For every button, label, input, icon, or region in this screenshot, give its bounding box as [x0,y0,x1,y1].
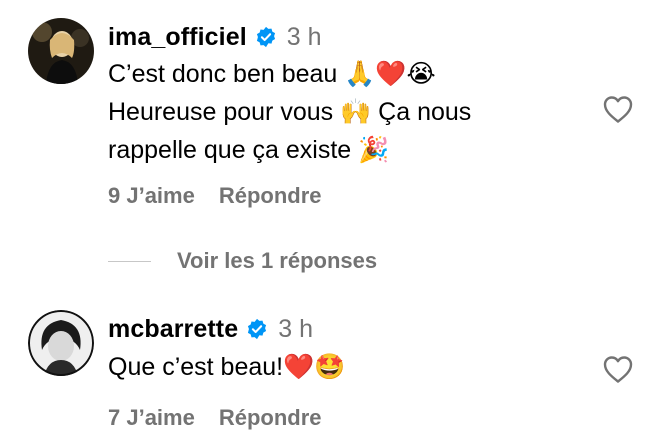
heart-outline-icon[interactable] [602,354,634,384]
username[interactable]: ima_officiel [108,23,247,52]
username[interactable]: mcbarrette [108,315,238,344]
divider-line [108,260,151,262]
timestamp[interactable]: 3 h [278,315,313,344]
view-replies-button[interactable]: Voir les 1 réponses [177,248,377,274]
reply-button[interactable]: Répondre [219,183,322,209]
emoji: 🎉 [358,135,390,164]
emoji: 🙌 [340,97,372,126]
avatar-ima-officiel[interactable] [28,18,94,84]
heart-outline-icon[interactable] [602,94,634,124]
comment-text: Que c’est beau!❤️🤩 [108,348,345,386]
comment-actions: 7 J’aime Répondre [108,405,322,431]
comment-header: mcbarrette 3 h [108,312,313,346]
emoji: 🙏❤️😭 [344,59,436,88]
reply-button[interactable]: Répondre [219,405,322,431]
likes-count[interactable]: 9 J’aime [108,183,195,209]
avatar-mcbarrette[interactable] [28,310,94,376]
view-replies-toggle[interactable]: Voir les 1 réponses [108,248,377,274]
timestamp[interactable]: 3 h [287,23,322,52]
comment-line: Que c’est beau!❤️🤩 [108,352,346,381]
comment-line: Heureuse pour vous 🙌 Ça nous [108,97,472,126]
comment-header: ima_officiel 3 h [108,20,322,54]
comment-actions: 9 J’aime Répondre [108,183,322,209]
comment-line: rappelle que ça existe 🎉 [108,135,390,164]
likes-count[interactable]: 7 J’aime [108,405,195,431]
verified-badge-icon [246,318,268,340]
verified-badge-icon [255,26,277,48]
comment-line: C’est donc ben beau 🙏❤️😭 [108,59,436,88]
comment-text: C’est donc ben beau 🙏❤️😭 Heureuse pour v… [108,55,471,169]
emoji: ❤️🤩 [283,352,346,381]
